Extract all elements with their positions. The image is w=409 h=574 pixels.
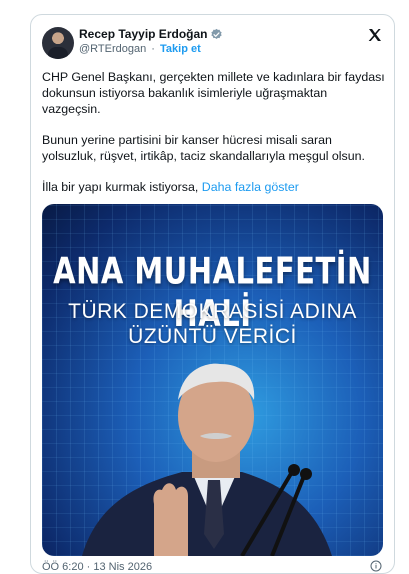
- verified-badge-icon: [211, 28, 223, 39]
- x-logo-icon[interactable]: [367, 27, 383, 43]
- tweet-paragraph-1: CHP Genel Başkanı, gerçekten millete ve …: [42, 70, 385, 116]
- author-handle[interactable]: @RTErdogan: [79, 43, 146, 55]
- tweet-last-line: İlla bir yapı kurmak istiyorsa,: [42, 180, 199, 194]
- tweet-card[interactable]: Recep Tayyip Erdoğan @RTErdogan · Takip …: [30, 14, 395, 574]
- handle-row: @RTErdogan · Takip et: [79, 43, 201, 55]
- tweet-body: CHP Genel Başkanı, gerçekten millete ve …: [42, 69, 387, 210]
- tweet-media-image[interactable]: ANA MUHALEFETİN HALİ TÜRK DEMOKRASİSİ AD…: [42, 204, 383, 556]
- tweet-paragraph-3: İlla bir yapı kurmak istiyorsa, Daha faz…: [42, 179, 387, 195]
- follow-button[interactable]: Takip et: [160, 43, 201, 55]
- show-more-link[interactable]: Daha fazla göster: [202, 180, 299, 194]
- info-icon[interactable]: [370, 560, 382, 572]
- tweet-paragraph-2: Bunun yerine partisini bir kanser hücres…: [42, 133, 365, 163]
- author-name[interactable]: Recep Tayyip Erdoğan: [79, 27, 207, 41]
- separator-dot: ·: [151, 43, 155, 55]
- media-subheadline-2: ÜZÜNTÜ VERİCİ: [128, 325, 297, 348]
- author-name-row: Recep Tayyip Erdoğan: [79, 27, 223, 41]
- media-subheadline-1: TÜRK DEMOKRASİSİ ADINA: [68, 300, 357, 323]
- avatar[interactable]: [42, 27, 74, 59]
- tweet-timestamp[interactable]: ÖÖ 6:20 · 13 Nis 2026: [42, 561, 152, 573]
